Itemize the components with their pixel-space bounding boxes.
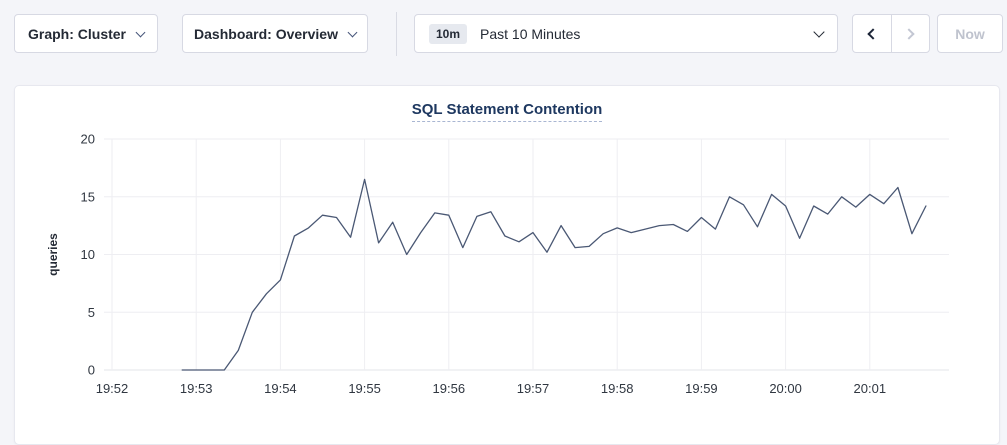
y-axis-label: queries: [46, 233, 60, 276]
now-button[interactable]: Now: [937, 14, 1003, 53]
time-back-button[interactable]: [853, 15, 892, 52]
chevron-down-icon: [348, 27, 358, 37]
x-tick-label: 19:56: [433, 381, 466, 396]
chart-card: 0 5 10 15 20 19:52 19:53 19:54 19:55 19:56 19:57 19…: [14, 85, 1000, 445]
x-tick-label: 20:01: [854, 381, 887, 396]
y-tick-label: 20: [81, 132, 95, 147]
y-tick-label: 15: [81, 189, 95, 204]
x-tick-label: 19:59: [685, 381, 718, 396]
chevron-left-icon: [868, 28, 879, 39]
chevron-right-icon: [903, 28, 914, 39]
chevron-down-icon: [136, 27, 146, 37]
x-tick-label: 19:52: [96, 381, 129, 396]
dashboard-selector-label: Dashboard: Overview: [194, 26, 338, 42]
y-tick-label: 0: [88, 363, 95, 378]
time-shift-arrows: [852, 14, 930, 53]
sql-statement-contention-chart[interactable]: 0 5 10 15 20 19:52 19:53 19:54 19:55 19:56 19:57 19…: [15, 86, 1001, 416]
y-tick-label: 10: [81, 247, 95, 262]
x-tick-label: 20:00: [769, 381, 802, 396]
chart-toolbar: Graph: Cluster Dashboard: Overview 10m P…: [0, 0, 1007, 68]
chart-title-row: SQL Statement Contention: [15, 101, 999, 119]
chevron-down-icon: [813, 26, 824, 37]
time-forward-button[interactable]: [892, 15, 930, 52]
x-tick-label: 19:55: [348, 381, 381, 396]
time-range-label: Past 10 Minutes: [480, 26, 580, 42]
dashboard-selector-dropdown[interactable]: Dashboard: Overview: [182, 14, 368, 53]
x-tick-label: 19:54: [264, 381, 297, 396]
time-range-badge: 10m: [429, 24, 467, 44]
toolbar-divider: [396, 12, 397, 56]
graph-selector-label: Graph: Cluster: [28, 26, 126, 42]
y-tick-label: 5: [88, 305, 95, 320]
x-tick-label: 19:57: [517, 381, 550, 396]
chart-title[interactable]: SQL Statement Contention: [412, 101, 603, 122]
graph-selector-dropdown[interactable]: Graph: Cluster: [14, 14, 158, 53]
time-range-selector[interactable]: 10m Past 10 Minutes: [414, 14, 838, 53]
x-tick-label: 19:53: [180, 381, 213, 396]
series-line: [182, 179, 926, 370]
x-tick-label: 19:58: [601, 381, 634, 396]
